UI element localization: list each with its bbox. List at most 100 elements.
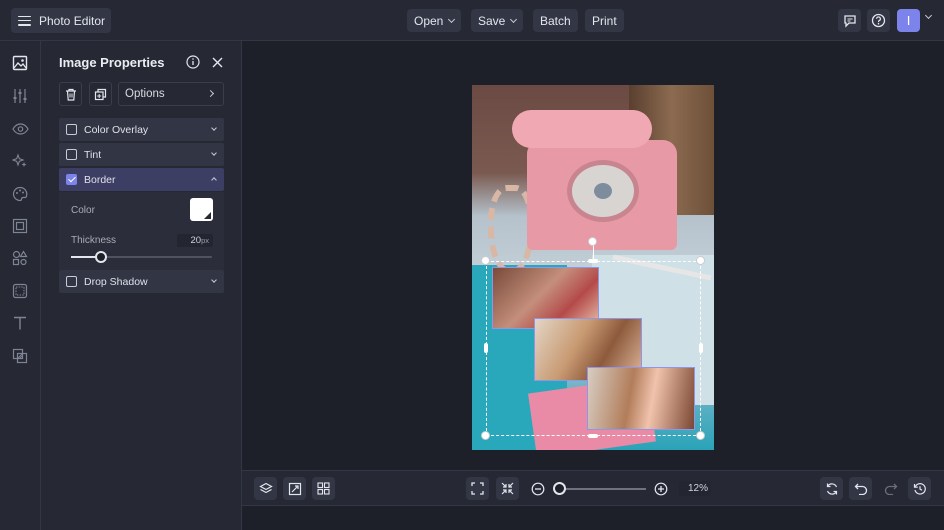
palette-icon	[12, 186, 28, 202]
rail-text-button[interactable]	[11, 314, 29, 332]
section-drop-shadow[interactable]: Drop Shadow	[59, 270, 224, 293]
help-button[interactable]	[867, 9, 890, 32]
trash-icon	[65, 88, 76, 101]
undo-button[interactable]	[849, 477, 872, 500]
zoom-slider-thumb[interactable]	[553, 482, 566, 495]
rail-overlay-button[interactable]	[11, 347, 29, 365]
tool-rail	[0, 41, 41, 530]
resize-handle-top-left[interactable]	[481, 256, 490, 265]
print-label: Print	[592, 13, 617, 28]
frame-icon	[12, 218, 28, 234]
options-button[interactable]: Options	[118, 82, 224, 106]
top-bar: Photo Editor Open Save Batch Print I	[0, 0, 944, 41]
thickness-label: Thickness	[71, 235, 117, 246]
layers-icon	[258, 482, 273, 493]
redo-button[interactable]	[879, 477, 902, 500]
chevron-down-icon	[510, 15, 518, 23]
section-label: Tint	[84, 148, 102, 161]
chevron-down-icon	[211, 150, 217, 156]
section-tint[interactable]: Tint	[59, 143, 224, 166]
sliders-icon	[13, 89, 27, 103]
save-label: Save	[478, 13, 506, 28]
rail-borders-button[interactable]	[11, 282, 29, 300]
help-icon	[871, 13, 886, 28]
border-color-swatch[interactable]	[190, 198, 213, 221]
chevron-down-icon	[211, 125, 217, 131]
resize-handle-left[interactable]	[484, 343, 488, 353]
rail-frames-button[interactable]	[11, 217, 29, 235]
chevron-right-icon	[206, 89, 215, 98]
grid-button[interactable]	[312, 477, 335, 500]
rotate-handle[interactable]	[588, 237, 597, 246]
thickness-value-input[interactable]: 20px	[177, 234, 213, 247]
photo-phone-dial	[567, 160, 639, 222]
grid-icon	[317, 482, 330, 495]
duplicate-button[interactable]	[89, 82, 112, 106]
zoom-in-icon	[654, 482, 667, 495]
history-button[interactable]	[908, 477, 931, 500]
zoom-value-input[interactable]: 12%	[679, 481, 711, 496]
rail-view-button[interactable]	[11, 120, 29, 138]
actual-size-button[interactable]	[496, 477, 519, 500]
tint-checkbox[interactable]	[66, 149, 77, 160]
comment-icon	[843, 14, 856, 28]
layers-button[interactable]	[254, 477, 277, 500]
resize-handle-right[interactable]	[699, 343, 703, 353]
section-color-overlay[interactable]: Color Overlay	[59, 118, 224, 141]
status-strip	[242, 506, 944, 530]
chevron-down-icon	[211, 277, 217, 283]
print-button[interactable]: Print	[585, 9, 624, 32]
section-label: Drop Shadow	[84, 275, 148, 288]
user-avatar[interactable]: I	[897, 9, 920, 32]
info-button[interactable]	[186, 55, 200, 69]
delete-button[interactable]	[59, 82, 82, 106]
drop-shadow-checkbox[interactable]	[66, 276, 77, 287]
resize-handle-bottom-right[interactable]	[696, 431, 705, 440]
color-overlay-checkbox[interactable]	[66, 124, 77, 135]
open-button[interactable]: Open	[407, 9, 462, 32]
history-icon	[913, 482, 926, 495]
section-label: Border	[84, 173, 116, 186]
border-checkbox[interactable]	[66, 174, 77, 185]
rail-effects-button[interactable]	[11, 152, 29, 170]
zoom-in-button[interactable]	[649, 477, 672, 500]
thickness-value: 20	[190, 235, 202, 246]
transform-button[interactable]	[283, 477, 306, 500]
main-menu-button[interactable]: Photo Editor	[11, 8, 112, 33]
fit-to-screen-button[interactable]	[466, 477, 489, 500]
rail-graphics-button[interactable]	[11, 249, 29, 267]
color-label: Color	[71, 205, 95, 216]
zoom-out-button[interactable]	[526, 477, 549, 500]
batch-button[interactable]: Batch	[533, 9, 578, 32]
rail-artsy-button[interactable]	[11, 185, 29, 203]
resize-handle-top[interactable]	[588, 259, 598, 263]
thickness-slider[interactable]	[71, 251, 212, 263]
selection-box[interactable]	[486, 261, 701, 436]
zoom-value: 12	[687, 483, 700, 494]
zoom-unit: %	[699, 483, 708, 494]
panel-title: Image Properties	[59, 55, 165, 70]
zoom-slider[interactable]	[557, 488, 646, 490]
rail-adjust-button[interactable]	[11, 87, 29, 105]
rail-image-button[interactable]	[11, 54, 29, 72]
thickness-slider-thumb[interactable]	[95, 251, 107, 263]
chevron-down-icon[interactable]	[924, 11, 933, 20]
comments-button[interactable]	[838, 9, 861, 32]
resize-handle-bottom-left[interactable]	[481, 431, 490, 440]
border-frame-icon	[12, 283, 28, 299]
editor-canvas[interactable]	[242, 41, 944, 470]
reset-button[interactable]	[820, 477, 843, 500]
save-button[interactable]: Save	[471, 9, 524, 32]
refresh-icon	[826, 482, 837, 495]
resize-handle-top-right[interactable]	[696, 256, 705, 265]
section-border[interactable]: Border	[59, 168, 224, 191]
photo-canvas-image[interactable]	[472, 85, 714, 450]
resize-handle-bottom[interactable]	[588, 434, 598, 438]
hamburger-icon	[18, 15, 31, 26]
collapse-icon	[501, 482, 514, 495]
options-label: Options	[125, 88, 165, 100]
resize-icon	[288, 482, 301, 495]
close-panel-button[interactable]	[210, 55, 224, 69]
open-label: Open	[414, 13, 444, 28]
photo-phone-handset	[512, 110, 652, 148]
